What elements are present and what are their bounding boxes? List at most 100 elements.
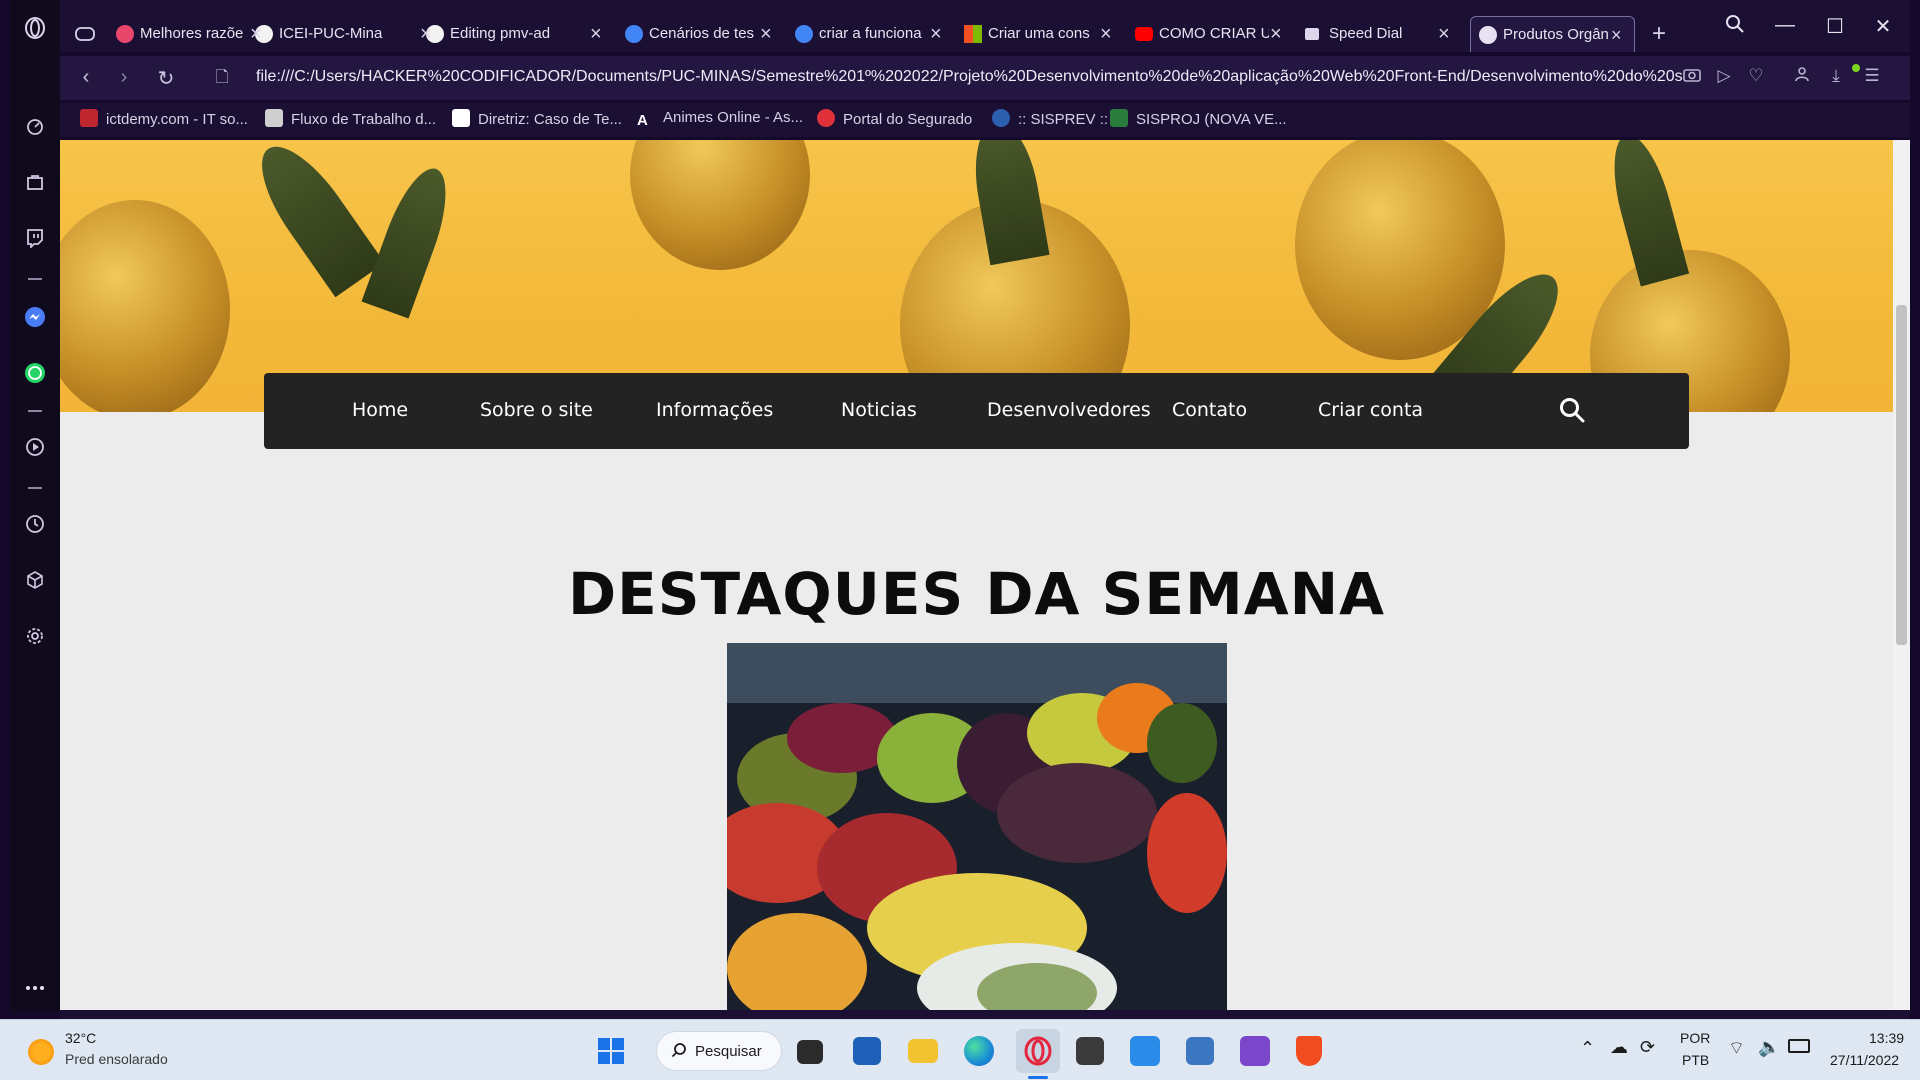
tab-speed-dial[interactable]: Speed Dial	[1305, 16, 1445, 52]
bookmark-item[interactable]: Diretriz: Caso de Te...	[452, 109, 622, 128]
download-indicator-dot	[1852, 64, 1860, 72]
menu-desenvolvedores[interactable]: Desenvolvedores	[987, 399, 1151, 421]
close-tab-icon[interactable]: ×	[420, 16, 440, 52]
onedrive-cloud-icon[interactable]: ☁	[1610, 1037, 1628, 1058]
easy-setup-icon[interactable]: ☰	[1860, 66, 1884, 86]
unity-icon[interactable]	[1076, 1037, 1104, 1065]
shopping-bag-icon[interactable]	[23, 172, 47, 196]
google-icon	[625, 25, 643, 43]
document-favicon-icon	[452, 109, 470, 127]
weather-description[interactable]: Pred ensolarado	[65, 1051, 168, 1067]
tab-editing-pmv[interactable]: Editing pmv-ad	[426, 16, 566, 52]
opera-logo-icon[interactable]	[23, 16, 47, 40]
snapshot-camera-icon[interactable]	[1680, 66, 1704, 87]
close-tab-icon[interactable]: ×	[760, 16, 780, 52]
messenger-icon[interactable]	[23, 306, 47, 330]
tab-workspaces-icon[interactable]	[75, 16, 105, 52]
tab-bar: Melhores razõe ICEI-PUC-Mina Editing pmv…	[60, 0, 1910, 52]
menu-noticias[interactable]: Noticias	[841, 399, 917, 421]
globe-icon	[1479, 26, 1497, 44]
bookmark-item[interactable]: SISPROJ (NOVA VE...	[1110, 109, 1287, 128]
menu-criar-conta[interactable]: Criar conta	[1318, 399, 1423, 421]
bookmark-heart-icon[interactable]: ♡	[1744, 66, 1768, 86]
animes-favicon-icon: A	[637, 112, 648, 129]
menu-contato[interactable]: Contato	[1172, 399, 1247, 421]
close-window-icon[interactable]: ✕	[1868, 14, 1898, 39]
minimize-icon[interactable]: —	[1770, 14, 1800, 37]
youtube-icon	[1135, 27, 1153, 41]
history-icon[interactable]	[23, 514, 47, 538]
menu-home[interactable]: Home	[352, 399, 408, 421]
send-icon[interactable]: ▷	[1712, 66, 1736, 86]
search-icon[interactable]	[1559, 397, 1585, 423]
extensions-cube-icon[interactable]	[23, 570, 47, 594]
clock-time[interactable]: 13:39	[1869, 1030, 1904, 1046]
tab-icei-puc[interactable]: ICEI-PUC-Mina	[255, 16, 395, 52]
vertical-scrollbar[interactable]	[1893, 140, 1910, 1010]
tab-criar-funciona[interactable]: criar a funciona	[795, 16, 935, 52]
new-tab-plus-icon[interactable]: +	[1652, 16, 1676, 52]
speedometer-icon[interactable]	[23, 116, 47, 140]
settings-gear-icon[interactable]	[23, 626, 47, 650]
language-bottom[interactable]: PTB	[1682, 1052, 1709, 1068]
bookmark-item[interactable]: ictdemy.com - IT so...	[80, 109, 248, 128]
close-tab-icon[interactable]: ×	[1438, 16, 1458, 52]
tab-search-icon[interactable]	[1720, 14, 1750, 40]
reload-icon[interactable]: ↻	[154, 66, 178, 91]
close-tab-icon[interactable]: ×	[1270, 16, 1290, 52]
language-top[interactable]: POR	[1680, 1030, 1710, 1046]
close-tab-icon[interactable]: ×	[930, 16, 950, 52]
scrollbar-thumb[interactable]	[1896, 305, 1907, 645]
opera-taskbar-active[interactable]	[1016, 1029, 1060, 1073]
close-tab-icon[interactable]: ×	[1100, 16, 1120, 52]
account-icon[interactable]	[1790, 66, 1814, 87]
bookmark-item[interactable]: A Animes Online - As...	[637, 109, 803, 130]
weather-temperature[interactable]: 32°C	[65, 1030, 96, 1046]
google-icon	[795, 25, 813, 43]
tray-overflow-chevron-icon[interactable]: ⌃	[1580, 1038, 1595, 1059]
visual-studio-icon[interactable]	[1240, 1036, 1270, 1066]
sync-icon[interactable]: ⟳	[1640, 1037, 1655, 1058]
file-explorer-icon[interactable]	[908, 1039, 938, 1063]
back-icon[interactable]: ‹	[74, 66, 98, 89]
main-navigation-menu: Home Sobre o site Informações Noticias D…	[264, 373, 1689, 449]
twitch-icon[interactable]	[23, 228, 47, 252]
windows-start-icon[interactable]	[594, 1034, 628, 1068]
close-tab-icon[interactable]: ×	[250, 16, 270, 52]
portal-favicon-icon	[817, 109, 835, 127]
tab-criar-uma-cons[interactable]: Criar uma cons	[964, 16, 1104, 52]
volume-icon[interactable]: 🔈	[1758, 1037, 1780, 1058]
bookmark-item[interactable]: Portal do Segurado	[817, 109, 972, 128]
maximize-icon[interactable]: ☐	[1820, 14, 1850, 39]
edge-browser-icon[interactable]	[964, 1036, 994, 1066]
horizontal-scrollbar[interactable]	[60, 1010, 1910, 1019]
python-idle-icon[interactable]	[1186, 1037, 1214, 1065]
brave-browser-icon[interactable]	[1296, 1036, 1322, 1066]
player-icon[interactable]	[23, 437, 47, 461]
vscode-icon[interactable]	[1130, 1036, 1160, 1066]
url-input[interactable]: file:///C:/Users/HACKER%20CODIFICADOR/Do…	[256, 68, 1716, 86]
bookmark-item[interactable]: :: SISPREV ::	[992, 109, 1108, 128]
forward-icon[interactable]: ›	[112, 66, 136, 89]
sidebar-separator	[28, 487, 42, 489]
more-dots-icon[interactable]	[23, 974, 47, 998]
speed-dial-icon	[1305, 28, 1319, 40]
file-page-icon: 🗋	[215, 69, 229, 86]
microsoft-store-icon[interactable]	[853, 1037, 881, 1065]
menu-sobre-o-site[interactable]: Sobre o site	[480, 399, 593, 421]
menu-informacoes[interactable]: Informações	[656, 399, 773, 421]
download-icon[interactable]: ⤓	[1824, 66, 1848, 86]
taskbar-search[interactable]: Pesquisar	[656, 1031, 782, 1071]
close-tab-icon[interactable]: ×	[590, 16, 610, 52]
whatsapp-icon[interactable]	[23, 362, 47, 386]
tab-cenarios[interactable]: Cenários de tes	[625, 16, 765, 52]
task-view-icon[interactable]	[797, 1040, 823, 1064]
clock-date[interactable]: 27/11/2022	[1830, 1052, 1899, 1068]
bookmark-item[interactable]: Fluxo de Trabalho d...	[265, 109, 436, 128]
battery-icon[interactable]	[1788, 1039, 1810, 1053]
tab-como-criar[interactable]: COMO CRIAR U	[1135, 16, 1275, 52]
tab-produtos-organicos[interactable]: Produtos Orgân ×	[1470, 16, 1635, 52]
close-tab-icon[interactable]: ×	[1611, 17, 1622, 52]
weather-sun-icon[interactable]	[28, 1039, 54, 1065]
wifi-icon[interactable]: ⌔	[1728, 1037, 1745, 1060]
